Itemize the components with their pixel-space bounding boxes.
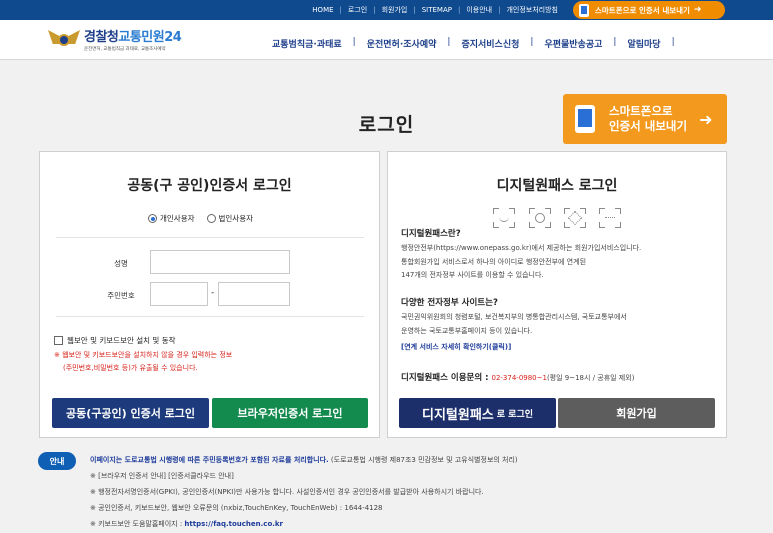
onepass-desc-line1: 행정안전부(https://www.onepass.go.kr)에서 제공하는 … [401, 244, 642, 252]
name-input[interactable] [150, 250, 290, 274]
onepass-login-label-small: 로 로그인 [496, 409, 534, 420]
smartphone-icon [579, 3, 589, 17]
contact-number: 02-374-0980~1 [491, 374, 547, 382]
cert-login-panel: 공동(구 공인)인증서 로그인 개인사용자 법인사용자 성명 주민번호 - 웹보… [39, 151, 380, 438]
onepass-desc: 행정안전부(https://www.onepass.go.kr)에서 제공하는 … [401, 242, 641, 283]
smartphone-icon [575, 105, 595, 133]
main-nav: 교통범칙금·과태료 | 운전면허·조사예약 | 증지서비스신청 | 우편물반송공고 | … [272, 37, 686, 50]
top-utility-bar: HOME | 로그인 | 회원가입 | SITEMAP | 이용안내 | 개인정보처리방침… [0, 0, 773, 20]
rrn-dash: - [211, 288, 215, 298]
divider: | [447, 37, 451, 47]
pattern-icon [564, 208, 586, 228]
cert-login-button[interactable]: 공동(구공인) 인증서 로그인 [52, 398, 209, 428]
nav-item-notice[interactable]: 알림마당 [627, 37, 660, 50]
onepass-login-panel: 디지털원패스 로그인 디지털원패스란? 행정안전부(https://www.on… [387, 151, 727, 438]
divider: | [671, 37, 675, 47]
notice-cert-guide-links[interactable]: ※ [브라우저 인증서 안내] [인증서클라우드 안내] [90, 471, 234, 481]
security-checkbox[interactable] [54, 336, 63, 345]
divider: | [457, 6, 461, 14]
security-checkbox-label: 웹보안 및 키보드보안 설치 및 동작 [67, 336, 176, 345]
onepass-desc-line3: 147개의 전자정부 사이트를 이용할 수 있습니다. [401, 271, 544, 279]
export-cert-line1: 스마트폰으로 [609, 104, 673, 118]
radio-corporate[interactable] [206, 214, 216, 223]
onepass-login-title: 디지털원패스 로그인 [496, 178, 618, 194]
security-checkbox-row: 웹보안 및 키보드보안 설치 및 동작 [54, 335, 176, 346]
notice-line1-rest: (도로교통법 시행령 제87조3 민감정보 및 고유식별정보의 처리) [330, 456, 518, 464]
security-warning: ※ 웹보안 및 키보드보안을 설치하지 않을 경우 입력하는 정보 (주민번호,… [54, 349, 232, 375]
rrn-back-input[interactable] [218, 282, 290, 306]
fingerprint-icon [529, 208, 551, 228]
divider: | [530, 37, 534, 47]
keyboard-security-help-link[interactable]: https://faq.touchen.co.kr [184, 520, 283, 528]
util-link-home[interactable]: HOME [312, 6, 333, 14]
divider: | [413, 6, 416, 14]
util-link-privacy[interactable]: 개인정보처리방침 [506, 5, 558, 15]
nav-item-return-mail[interactable]: 우편물반송공고 [544, 37, 602, 50]
divider: | [373, 6, 376, 14]
gov-sites-desc: 국민권익위원회의 청렴포털, 보건복지부의 병통합관리시스템, 국토교통부에서 … [401, 311, 627, 338]
divider: | [498, 6, 501, 14]
contact-hours: (평일 9~18시 / 공휴일 제외) [546, 374, 635, 382]
export-cert-top-button[interactable]: 스마트폰으로 인증서 내보내기 ➜ [573, 1, 725, 19]
onepass-contact: 디지털원패스 이용문의 : 02-374-0980~1(평일 9~18시 / 공… [401, 371, 634, 383]
notice-help-label: ※ 키보드보안 도움말홈페이지 : [90, 520, 183, 528]
nav-item-stamp[interactable]: 증지서비스신청 [461, 37, 519, 50]
util-link-guide[interactable]: 이용안내 [466, 5, 492, 15]
warning-line1: ※ 웹보안 및 키보드보안을 설치하지 않을 경우 입력하는 정보 [54, 351, 233, 359]
gov-sites-line1: 국민권익위원회의 청렴포털, 보건복지부의 병통합관리시스템, 국토교통부에서 [401, 313, 627, 321]
notice-line1-bold: 이페이지는 도로교통법 시행령에 따른 주민등록번호가 포함된 자료를 처리합니… [90, 456, 329, 464]
rrn-label: 주민번호 [107, 291, 135, 300]
face-auth-icon [493, 208, 515, 228]
radio-personal-label: 개인사용자 [160, 214, 195, 223]
police-emblem-icon [48, 26, 80, 52]
contact-label: 디지털원패스 이용문의 : [401, 373, 489, 383]
logo-highlight: 교통민원24 [118, 30, 182, 45]
gov-sites-heading: 다양한 전자정부 사이트는? [401, 298, 498, 308]
export-cert-line2: 인증서 내보내기 [609, 119, 688, 133]
radio-personal[interactable] [148, 214, 157, 223]
cert-login-title: 공동(구 공인)인증서 로그인 [127, 178, 292, 194]
name-label: 성명 [114, 259, 128, 268]
onepass-login-button[interactable]: 디지털원패스 로 로그인 [399, 398, 556, 428]
join-button[interactable]: 회원가입 [558, 398, 715, 428]
divider: | [352, 37, 356, 47]
nav-item-fines[interactable]: 교통범칙금·과태료 [272, 37, 342, 50]
login-form: 성명 주민번호 - [56, 237, 364, 317]
util-link-signup[interactable]: 회원가입 [382, 5, 408, 15]
utility-links: HOME | 로그인 | 회원가입 | SITEMAP | 이용안내 | 개인정보처리방침 [312, 0, 558, 20]
browser-cert-login-button[interactable]: 브라우저인증서 로그인 [212, 398, 368, 428]
util-link-sitemap[interactable]: SITEMAP [422, 6, 452, 14]
nav-item-license[interactable]: 운전면허·조사예약 [367, 37, 437, 50]
onepass-login-label-big: 디지털원패스 [421, 407, 494, 423]
warning-line2: (주민번호,비밀번호 등)가 유출될 수 있습니다. [63, 364, 198, 372]
radio-corporate-label: 법인사용자 [218, 214, 254, 223]
arrow-right-icon: ➜ [699, 109, 713, 129]
linked-services-link[interactable]: [연계 서비스 자세히 확인하기(클릭)] [401, 342, 511, 352]
rrn-front-input[interactable] [150, 282, 208, 306]
notice-line5: ※ 키보드보안 도움말홈페이지 : https://faq.touchen.co… [90, 519, 283, 529]
export-cert-top-label: 스마트폰으로 인증서 내보내기 [595, 5, 690, 15]
arrow-right-icon: ➜ [693, 5, 702, 15]
notice-line3: ※ 행정전자서명인증서(GPKI), 공인인증서(NPKI)만 사용가능 합니다… [90, 488, 484, 496]
notice-error-contact: ※ 공인인증서, 키보드보안, 웹보안 오류문의 (nxbiz,TouchEnK… [90, 504, 383, 512]
divider: | [339, 6, 342, 14]
site-logo[interactable]: 경찰청교통민원24 운전면허, 교통범칙금 과태료, 교통조사예약 [48, 26, 182, 52]
logo-sub: 운전면허, 교통범칙금 과태료, 교통조사예약 [84, 47, 166, 52]
onepass-desc-line2: 통합회원가입 서비스로서 하나의 아이디로 행정안전부에 연계된 [401, 257, 587, 266]
notice-line1: 이페이지는 도로교통법 시행령에 따른 주민등록번호가 포함된 자료를 처리합니… [90, 455, 518, 465]
onepass-what-heading: 디지털원패스란? [401, 229, 461, 239]
logo-main: 경찰청 [84, 30, 119, 45]
pin-icon [599, 208, 621, 228]
util-link-login[interactable]: 로그인 [348, 5, 367, 15]
gov-sites-line2: 운영하는 국토교통부홈페이지 등이 있습니다. [401, 326, 533, 335]
user-type-radios: 개인사용자 법인사용자 [148, 213, 253, 224]
site-header: 경찰청교통민원24 운전면허, 교통범칙금 과태료, 교통조사예약 교통범칙금·… [0, 20, 773, 60]
notice-badge: 안내 [38, 452, 76, 470]
export-cert-button[interactable]: 스마트폰으로 인증서 내보내기 ➜ [563, 94, 727, 144]
divider: | [613, 37, 617, 47]
